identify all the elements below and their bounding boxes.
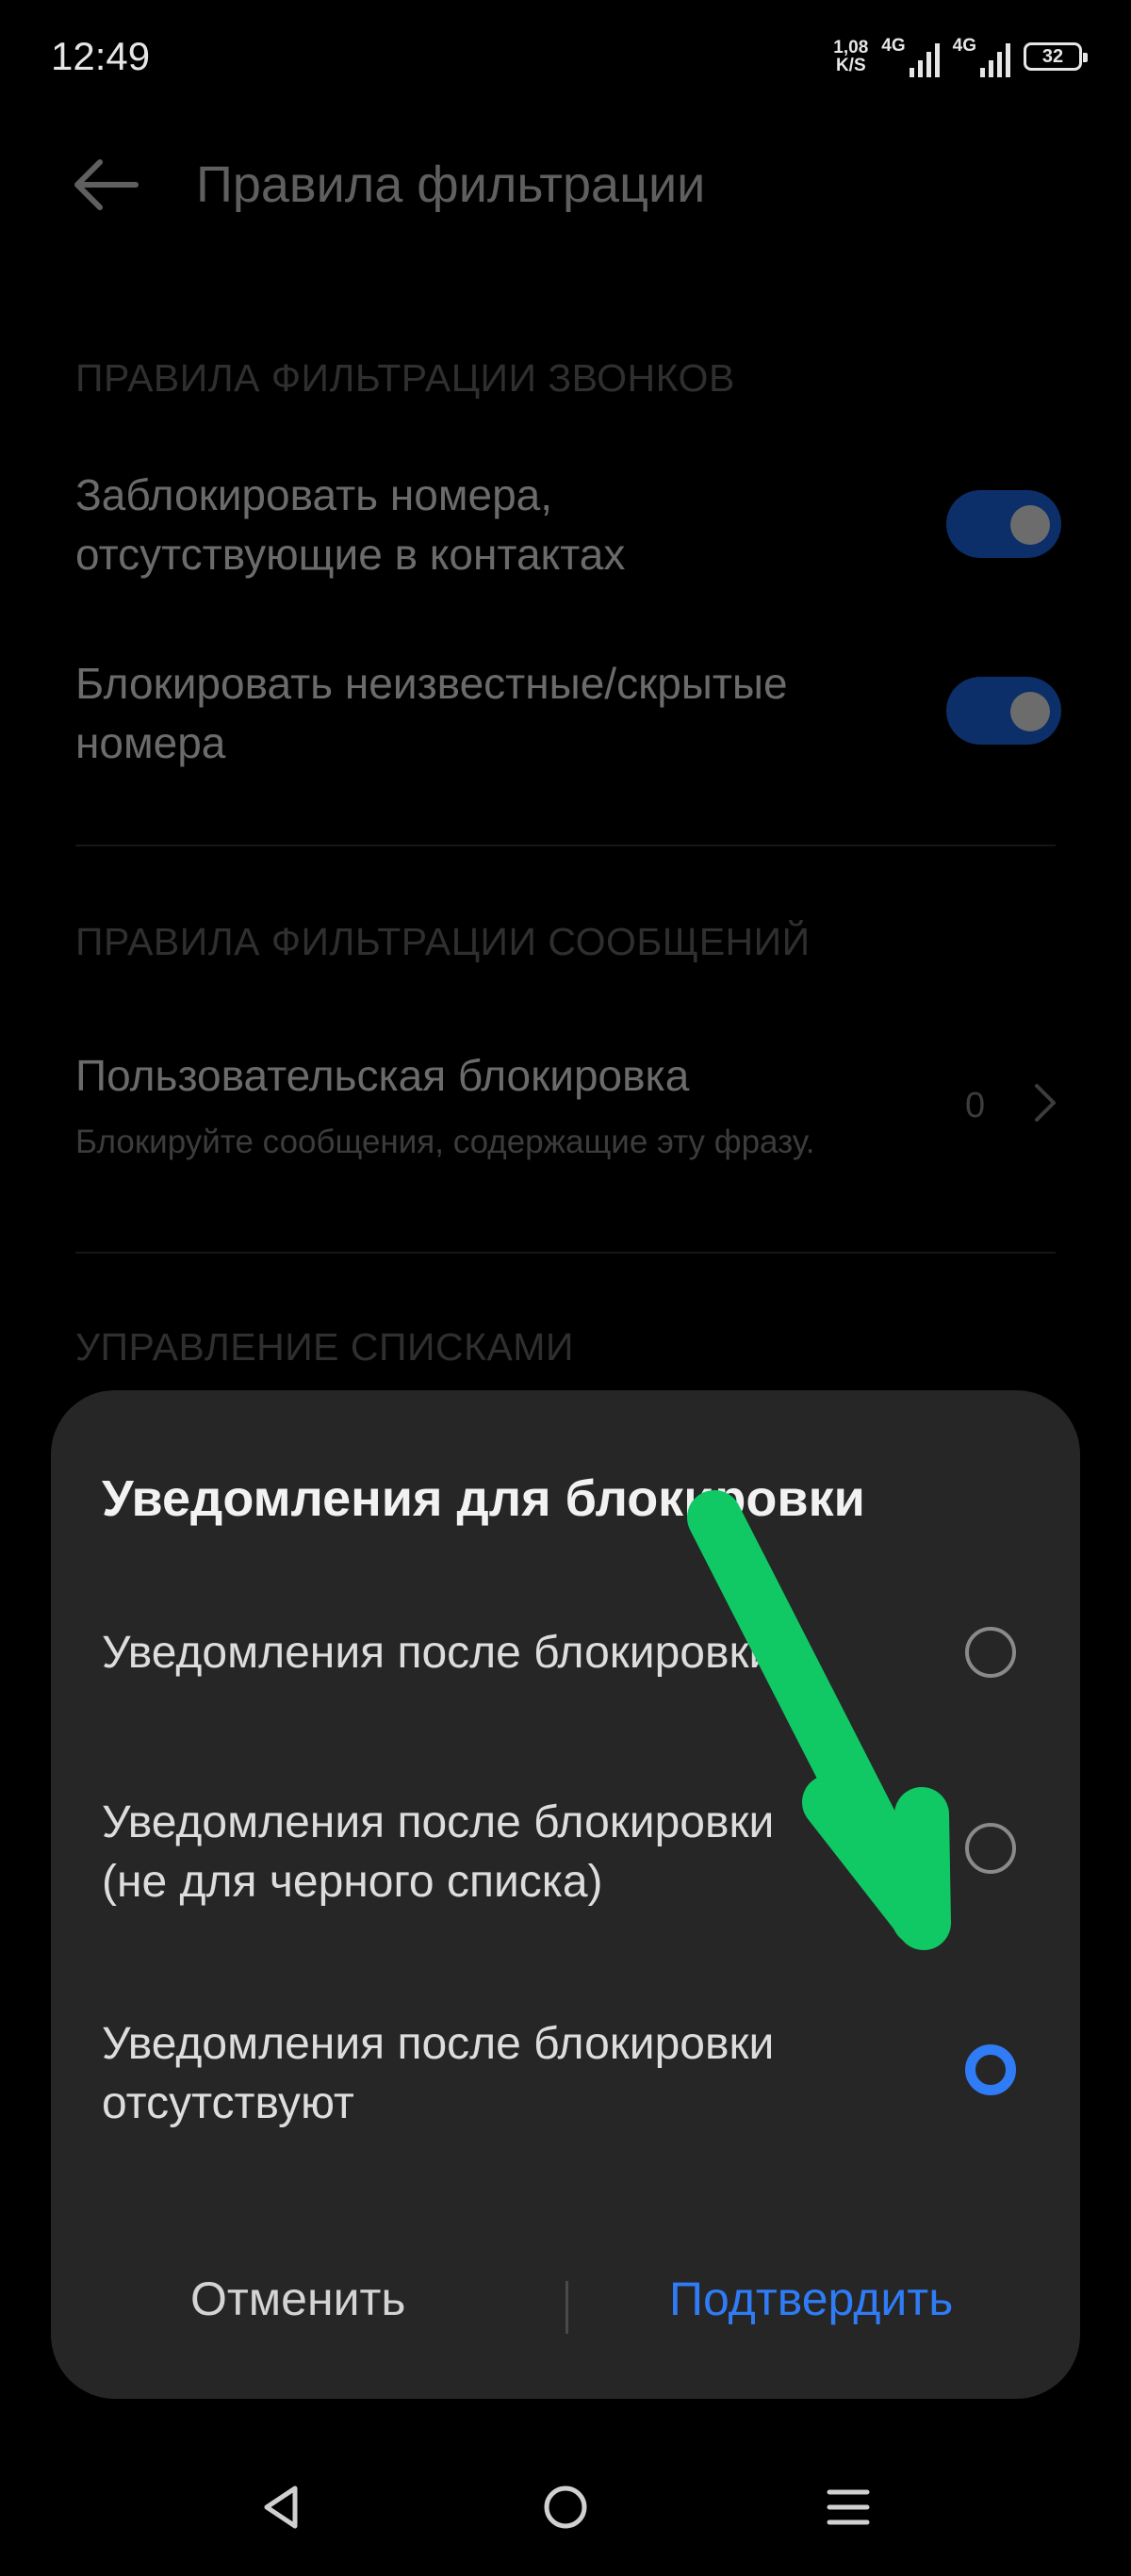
circle-home-icon: [544, 2486, 587, 2529]
menu-lines-icon: [827, 2489, 870, 2525]
custom-block-title[interactable]: Пользовательская блокировка: [75, 1046, 924, 1106]
call-rules-section-label: ПРАВИЛА ФИЛЬТРАЦИИ ЗВОНКОВ: [75, 356, 735, 400]
status-icons: 1,08 K/S 4G 4G 32: [833, 36, 1088, 77]
block-hidden-numbers-toggle[interactable]: [946, 677, 1061, 745]
page-title: Правила фильтрации: [196, 156, 706, 213]
message-rules-section-label: ПРАВИЛА ФИЛЬТРАЦИИ СООБЩЕНИЙ: [75, 920, 811, 963]
nav-menu-button[interactable]: [792, 2451, 905, 2564]
confirm-button[interactable]: Подтвердить: [669, 2272, 953, 2326]
battery-icon: 32: [1024, 42, 1088, 71]
network-type-1: 4G: [881, 36, 906, 56]
block-unknown-contacts-toggle[interactable]: [946, 490, 1061, 558]
option-no-notifications[interactable]: Уведомления после блокировки отсутствуют: [102, 2014, 1007, 2133]
option-label-line2: (не для черного списка): [102, 1857, 603, 1907]
row-label-line2: отсутствующие в контактах: [75, 530, 626, 579]
radio-button[interactable]: [965, 1627, 1016, 1678]
block-unknown-contacts-row[interactable]: Заблокировать номера, отсутствующие в ко…: [75, 466, 924, 584]
cancel-button[interactable]: Отменить: [190, 2272, 405, 2326]
block-hidden-numbers-row[interactable]: Блокировать неизвестные/скрытые номера: [75, 654, 924, 773]
option-notify-not-blacklist[interactable]: Уведомления после блокировки (не для чер…: [102, 1793, 1007, 1911]
arrow-left-icon[interactable]: [72, 156, 139, 213]
network-speed: 1,08 K/S: [833, 39, 868, 74]
custom-block-subtitle: Блокируйте сообщения, содержащие эту фра…: [75, 1124, 815, 1160]
chevron-right-icon[interactable]: [1031, 1080, 1059, 1125]
button-divider: [566, 2281, 568, 2334]
option-label-line1: Уведомления после блокировки: [102, 1797, 775, 1847]
option-label-line1: Уведомления после блокировки: [102, 1628, 775, 1678]
signal-2: 4G: [953, 36, 1010, 77]
divider: [75, 845, 1056, 846]
signal-bars-icon: [909, 43, 940, 77]
status-time: 12:49: [51, 34, 151, 78]
row-label-line1: Заблокировать номера,: [75, 470, 553, 519]
toggle-knob: [1010, 692, 1050, 731]
nav-back-button[interactable]: [224, 2451, 337, 2564]
nav-home-button[interactable]: [509, 2451, 622, 2564]
triangle-back-icon: [264, 2486, 298, 2529]
signal-bars-icon: [980, 43, 1010, 77]
app-header: Правила фильтрации: [72, 156, 705, 214]
signal-1: 4G: [881, 36, 940, 77]
battery-level: 32: [1041, 45, 1064, 67]
toggle-knob: [1010, 505, 1050, 545]
row-label-line1: Блокировать неизвестные/скрытые: [75, 659, 788, 708]
option-label-line2: отсутствуют: [102, 2078, 354, 2128]
network-speed-unit: K/S: [835, 56, 866, 75]
custom-block-count: 0: [965, 1086, 986, 1125]
block-notifications-dialog: Уведомления для блокировки Уведомления п…: [51, 1390, 1080, 2399]
dialog-title: Уведомления для блокировки: [102, 1470, 865, 1527]
divider: [75, 1252, 1056, 1254]
status-bar: 12:49 1,08 K/S 4G 4G 32: [0, 0, 1131, 113]
option-label-line1: Уведомления после блокировки: [102, 2019, 775, 2069]
network-type-2: 4G: [952, 36, 976, 56]
radio-button[interactable]: [965, 1823, 1016, 1874]
radio-button-selected[interactable]: [965, 2044, 1016, 2095]
navigation-bar: [0, 2451, 1131, 2576]
list-management-section-label: УПРАВЛЕНИЕ СПИСКАМИ: [75, 1325, 574, 1369]
row-label-line2: номера: [75, 718, 226, 767]
option-notify-after-block[interactable]: Уведомления после блокировки: [102, 1623, 1007, 1682]
network-speed-value: 1,08: [833, 38, 869, 57]
